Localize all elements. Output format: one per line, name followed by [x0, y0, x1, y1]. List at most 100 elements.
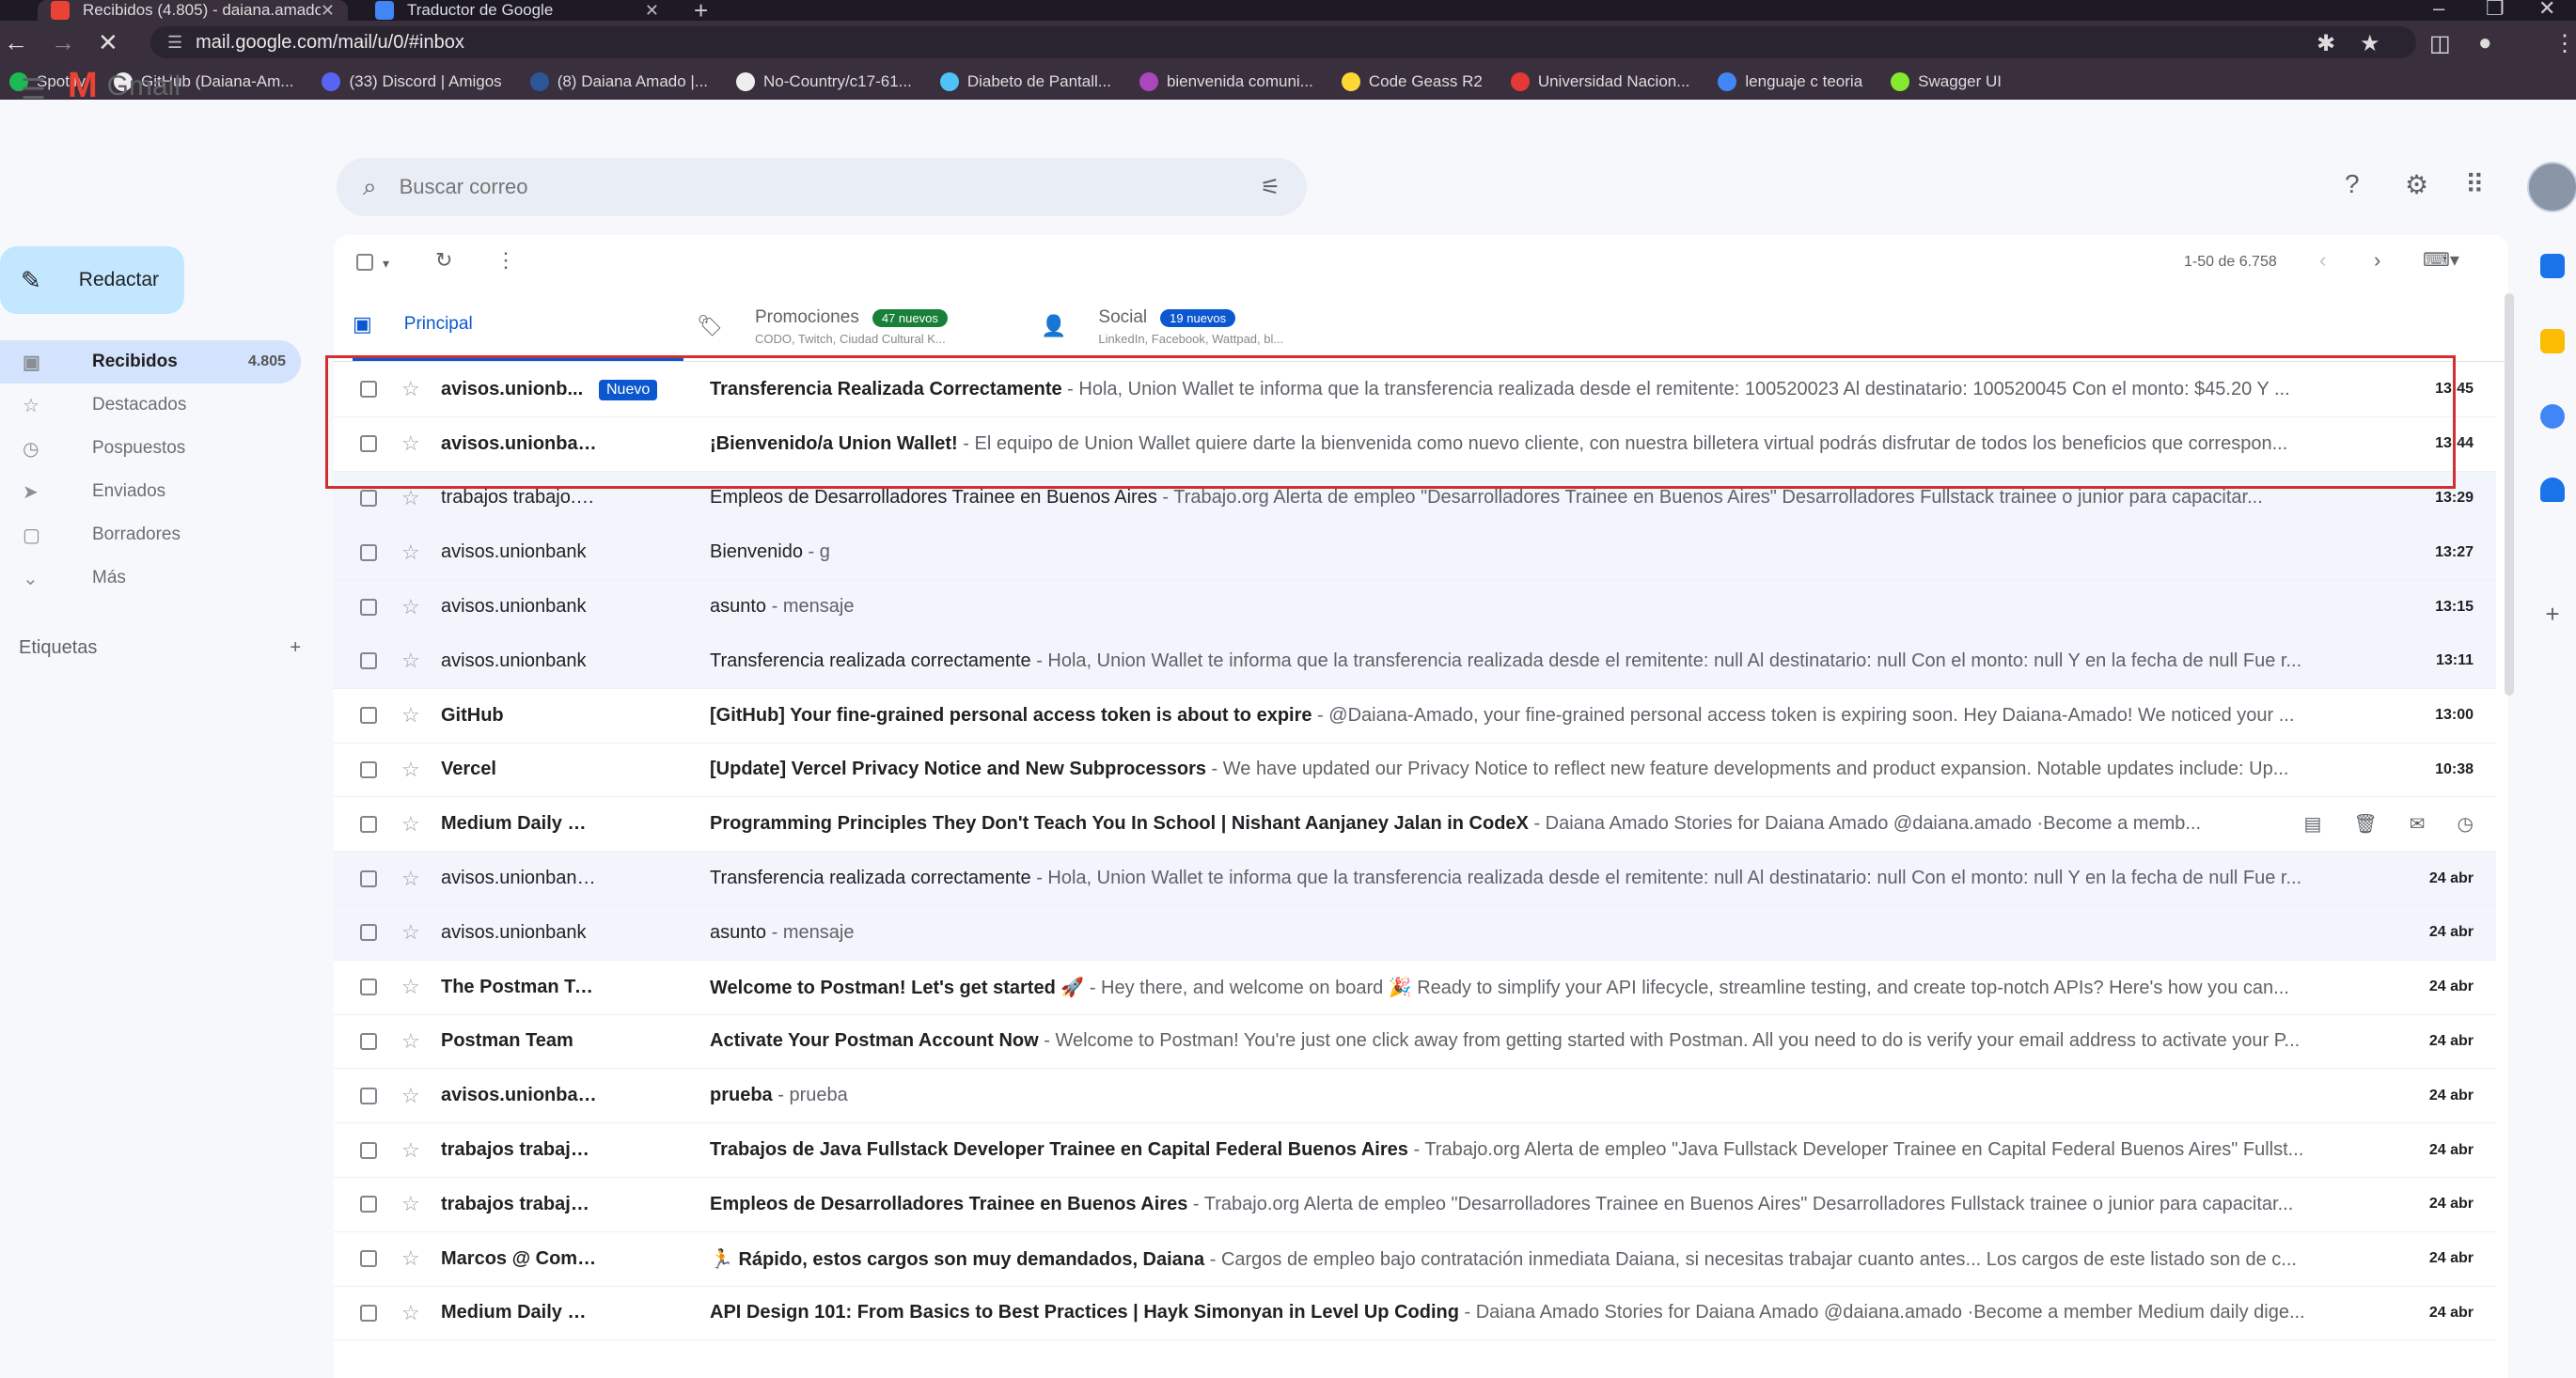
browser-tab-gmail[interactable]: Recibidos (4.805) - daiana.amado@gm ✕ [38, 0, 348, 21]
star-icon[interactable]: ☆ [401, 920, 441, 945]
bookmark-item[interactable]: Swagger UI [1891, 72, 2002, 91]
bookmark-item[interactable]: Universidad Nacion... [1510, 72, 1689, 91]
compose-button[interactable]: ✎ Redactar [0, 246, 184, 314]
star-icon[interactable]: ☆ [401, 486, 441, 510]
email-row[interactable]: ☆Medium Daily Digest Programming Principl… [334, 797, 2496, 853]
extension-icon[interactable]: ✱ [2317, 30, 2335, 57]
star-icon[interactable]: ☆ [401, 1192, 441, 1216]
search-bar[interactable]: ⌕ ⚟ [337, 158, 1307, 216]
star-icon[interactable]: ☆ [401, 1029, 441, 1054]
mark-read-icon[interactable]: ✉ [2410, 812, 2426, 836]
star-icon[interactable]: ☆ [401, 975, 441, 999]
back-icon[interactable]: ← [4, 28, 28, 57]
star-icon[interactable]: ☆ [401, 377, 441, 401]
row-checkbox[interactable] [360, 1141, 377, 1159]
email-row[interactable]: ☆ avisos.unionbank Bienvenido - g 13:27 [334, 525, 2496, 581]
row-checkbox[interactable] [360, 1032, 377, 1050]
row-checkbox[interactable] [360, 815, 377, 833]
email-row[interactable]: ☆ Vercel [Update] Vercel Privacy Notice an… [334, 743, 2496, 798]
row-checkbox[interactable] [360, 652, 377, 670]
star-icon[interactable]: ☆ [401, 595, 441, 619]
tab-social[interactable]: 👤 Social 19 nuevos LinkedIn, Facebook, Wa… [1041, 291, 1383, 361]
tab-promociones[interactable]: 🏷 Promociones 47 nuevos CODO, Twitch, Ciu… [697, 291, 1039, 361]
row-checkbox[interactable] [360, 543, 377, 561]
email-row[interactable]: ☆trabajos trabajo.org Empleos de Desarrol… [334, 471, 2496, 526]
input-tools-icon[interactable]: ⌨▾ [2423, 248, 2459, 272]
row-checkbox[interactable] [360, 598, 377, 616]
row-checkbox[interactable] [360, 979, 377, 996]
bookmark-star-icon[interactable]: ★ [2360, 30, 2380, 57]
keep-icon[interactable] [2540, 329, 2565, 353]
select-all-checkbox[interactable] [356, 252, 373, 276]
star-icon[interactable]: ☆ [401, 703, 441, 728]
close-window-icon[interactable]: ✕ [2538, 0, 2555, 21]
bookmark-item[interactable]: bienvenida comuni... [1139, 72, 1313, 91]
calendar-icon[interactable] [2540, 254, 2565, 278]
profile-icon[interactable]: ● [2478, 30, 2492, 56]
email-row[interactable]: ☆Marcos @ Computrabajo 🏃 Rápido, estos ca… [334, 1231, 2496, 1287]
next-page-icon[interactable]: › [2374, 248, 2380, 273]
star-icon[interactable]: ☆ [401, 1084, 441, 1108]
select-dropdown-icon[interactable]: ▾ [383, 256, 389, 272]
row-checkbox[interactable] [360, 1196, 377, 1214]
sidebar-item-más[interactable]: ⌄ Más [0, 556, 310, 600]
close-tab-icon[interactable]: ✕ [321, 1, 335, 21]
sidebar-item-pospuestos[interactable]: ◷ Pospuestos [0, 427, 310, 470]
settings-gear-icon[interactable]: ⚙ [2405, 169, 2428, 200]
contacts-icon[interactable] [2540, 478, 2565, 502]
apps-grid-icon[interactable]: ⠿ [2465, 169, 2485, 200]
refresh-icon[interactable]: ↻ [435, 248, 452, 273]
star-icon[interactable]: ☆ [401, 431, 441, 456]
gmail-logo[interactable]: M Gmail [68, 66, 181, 106]
stop-icon[interactable]: ✕ [98, 28, 118, 57]
prev-page-icon[interactable]: ‹ [2319, 248, 2326, 273]
bookmark-item[interactable]: Diabeto de Pantall... [939, 72, 1111, 91]
help-icon[interactable]: ? [2345, 169, 2360, 199]
email-row[interactable]: ☆ Postman Team Activate Your Postman Accou… [334, 1014, 2496, 1070]
email-row[interactable]: ☆trabajos trabajo.org Trabajos de Java Fu… [334, 1123, 2496, 1178]
bookmark-item[interactable]: (8) Daiana Amado |... [529, 72, 708, 91]
row-checkbox[interactable] [360, 924, 377, 942]
maximize-icon[interactable]: ❐ [2486, 0, 2505, 21]
more-options-icon[interactable]: ⋮ [495, 248, 516, 273]
site-info-icon[interactable]: ☰ [167, 33, 182, 53]
tab-principal[interactable]: ▣ Principal [353, 291, 683, 361]
row-checkbox[interactable] [360, 1087, 377, 1104]
search-input[interactable] [397, 174, 1261, 200]
sidebar-item-destacados[interactable]: ☆ Destacados [0, 384, 310, 427]
tasks-icon[interactable] [2540, 404, 2565, 429]
row-checkbox[interactable] [360, 381, 377, 399]
star-icon[interactable]: ☆ [401, 1138, 441, 1163]
sidebar-item-enviados[interactable]: ➤ Enviados [0, 470, 310, 513]
bookmark-item[interactable]: (33) Discord | Amigos [322, 72, 502, 91]
email-row[interactable]: ☆Medium Daily Digest API Design 101: From… [334, 1286, 2496, 1341]
add-addon-icon[interactable]: + [2540, 602, 2565, 626]
search-icon[interactable]: ⌕ [363, 172, 377, 202]
star-icon[interactable]: ☆ [401, 649, 441, 673]
address-bar[interactable]: ☰ mail.google.com/mail/u/0/#inbox [150, 26, 2416, 58]
email-row[interactable]: ☆ avisos.unionbank 2 prueba - prueba 24 abr [334, 1069, 2496, 1124]
close-tab-icon[interactable]: ✕ [645, 1, 659, 21]
forward-icon[interactable]: → [51, 28, 75, 57]
email-row[interactable]: ☆trabajos trabajo.org Empleos de Desarrol… [334, 1177, 2496, 1232]
star-icon[interactable]: ☆ [401, 812, 441, 837]
email-row[interactable]: ☆ avisos.unionbank Transferencia realizada… [334, 634, 2496, 689]
minimize-icon[interactable]: – [2433, 0, 2444, 21]
row-checkbox[interactable] [360, 489, 377, 507]
email-row[interactable]: ☆ The Postman Team Welcome to Postman! Let… [334, 960, 2496, 1015]
search-filter-icon[interactable]: ⚟ [1260, 174, 1280, 201]
email-row[interactable]: ☆ avisos.unionb... Nuevo Transferencia Real… [334, 363, 2496, 417]
row-checkbox[interactable] [360, 435, 377, 453]
archive-icon[interactable]: ▤ [2303, 812, 2321, 836]
bookmark-item[interactable]: lenguaje c teoria [1718, 72, 1862, 91]
snooze-icon[interactable]: ◷ [2458, 812, 2474, 836]
add-label-icon[interactable]: + [290, 637, 301, 659]
star-icon[interactable]: ☆ [401, 540, 441, 565]
bookmark-item[interactable]: No-Country/c17-61... [736, 72, 912, 91]
star-icon[interactable]: ☆ [401, 867, 441, 891]
row-checkbox[interactable] [360, 869, 377, 887]
sidebar-item-recibidos[interactable]: ▣ Recibidos 4.805 [0, 340, 301, 384]
star-icon[interactable]: ☆ [401, 758, 441, 782]
browser-tab-translate[interactable]: Traductor de Google ✕ [362, 0, 672, 21]
main-menu-icon[interactable]: ☰ [21, 73, 46, 106]
